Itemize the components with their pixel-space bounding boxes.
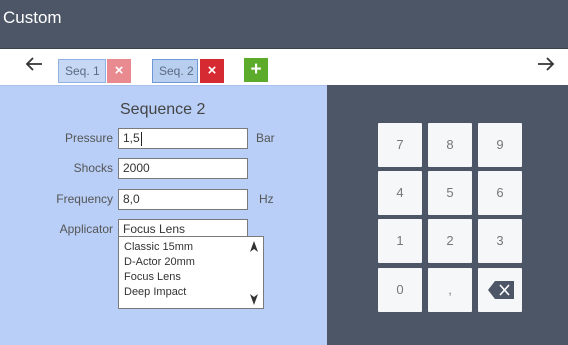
tab-seq-1[interactable]: Seq. 1 xyxy=(58,59,106,83)
frequency-label: Frequency xyxy=(56,192,113,206)
frequency-unit: Hz xyxy=(259,192,274,206)
key-8[interactable]: 8 xyxy=(428,123,472,167)
key-1[interactable]: 1 xyxy=(378,219,422,263)
pressure-unit: Bar xyxy=(256,131,275,145)
key-5[interactable]: 5 xyxy=(428,171,472,215)
key-0[interactable]: 0 xyxy=(378,268,422,312)
key-3[interactable]: 3 xyxy=(478,219,522,263)
sequence-form-panel: Sequence 2 Pressure 1,5 Bar Shocks 2000 … xyxy=(0,85,327,345)
sequence-heading: Sequence 2 xyxy=(120,101,206,118)
text-caret xyxy=(140,131,142,146)
tab-seq-2-label: Seq. 2 xyxy=(159,64,194,78)
sequence-tab-bar: Seq. 1 × Seq. 2 × + xyxy=(0,49,568,85)
arrow-right-icon[interactable] xyxy=(532,53,560,79)
title-bar: Custom xyxy=(0,0,568,49)
scroll-down-icon[interactable] xyxy=(249,292,259,306)
tab-seq-2[interactable]: Seq. 2 xyxy=(152,59,198,83)
applicator-option[interactable]: Classic 15mm xyxy=(124,240,193,254)
numeric-keypad-panel: 7 8 9 4 5 6 1 2 3 0 , xyxy=(327,85,568,345)
applicator-option[interactable]: Focus Lens xyxy=(124,270,181,284)
scroll-up-icon[interactable] xyxy=(249,240,259,254)
applicator-value: Focus Lens xyxy=(123,222,186,236)
arrow-left-icon[interactable] xyxy=(20,53,48,79)
backspace-button[interactable] xyxy=(478,268,522,312)
key-4[interactable]: 4 xyxy=(378,171,422,215)
shocks-label: Shocks xyxy=(73,161,113,175)
pressure-input[interactable]: 1,5 xyxy=(118,128,248,149)
applicator-option[interactable]: D-Actor 20mm xyxy=(124,255,195,269)
applicator-label: Applicator xyxy=(59,222,113,236)
shocks-value: 2000 xyxy=(123,161,150,175)
applicator-dropdown-list: Classic 15mm D-Actor 20mm Focus Lens Dee… xyxy=(118,236,264,309)
frequency-value: 8,0 xyxy=(123,192,140,206)
pressure-label: Pressure xyxy=(64,131,113,145)
key-7[interactable]: 7 xyxy=(378,123,422,167)
add-sequence-button[interactable]: + xyxy=(244,58,268,82)
key-2[interactable]: 2 xyxy=(428,219,472,263)
pressure-value: 1,5 xyxy=(123,131,140,145)
key-9[interactable]: 9 xyxy=(478,123,522,167)
tab-seq-1-label: Seq. 1 xyxy=(65,64,100,78)
applicator-option[interactable]: Deep Impact xyxy=(124,285,186,299)
close-seq-2-button[interactable]: × xyxy=(200,59,224,83)
key-6[interactable]: 6 xyxy=(478,171,522,215)
frequency-input[interactable]: 8,0 xyxy=(118,189,248,210)
backspace-icon xyxy=(488,281,514,299)
shocks-input[interactable]: 2000 xyxy=(118,158,248,179)
window-title: Custom xyxy=(3,8,62,27)
key-comma[interactable]: , xyxy=(428,268,472,312)
close-seq-1-button[interactable]: × xyxy=(107,59,131,83)
